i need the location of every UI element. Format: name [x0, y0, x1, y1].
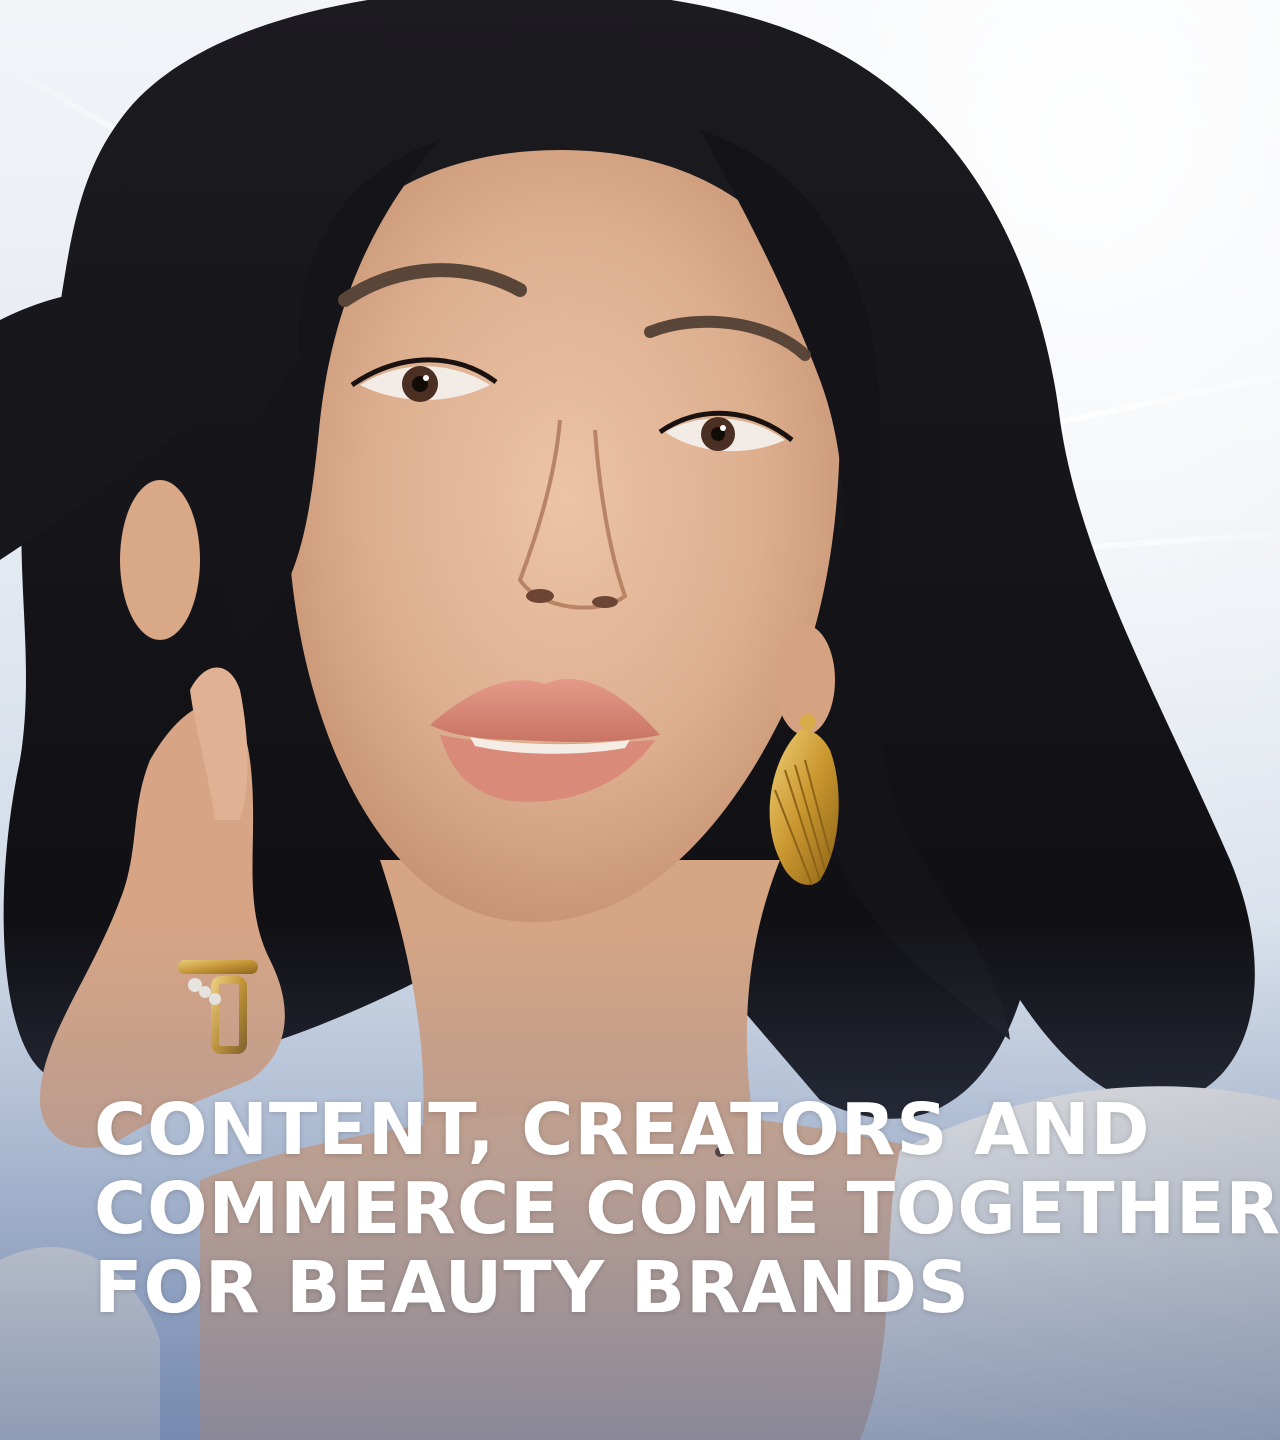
- headline-line-2: COMMERCE COME TOGETHER: [94, 1167, 1280, 1250]
- headline-line-1: CONTENT, CREATORS AND: [94, 1088, 1151, 1171]
- hero-banner: CONTENT, CREATORS AND COMMERCE COME TOGE…: [0, 0, 1280, 1440]
- ear-left: [120, 480, 200, 640]
- nostril-right: [592, 596, 618, 608]
- headline: CONTENT, CREATORS AND COMMERCE COME TOGE…: [94, 1088, 1280, 1329]
- headline-line-3: FOR BEAUTY BRANDS: [94, 1246, 971, 1329]
- nostril-left: [526, 589, 554, 603]
